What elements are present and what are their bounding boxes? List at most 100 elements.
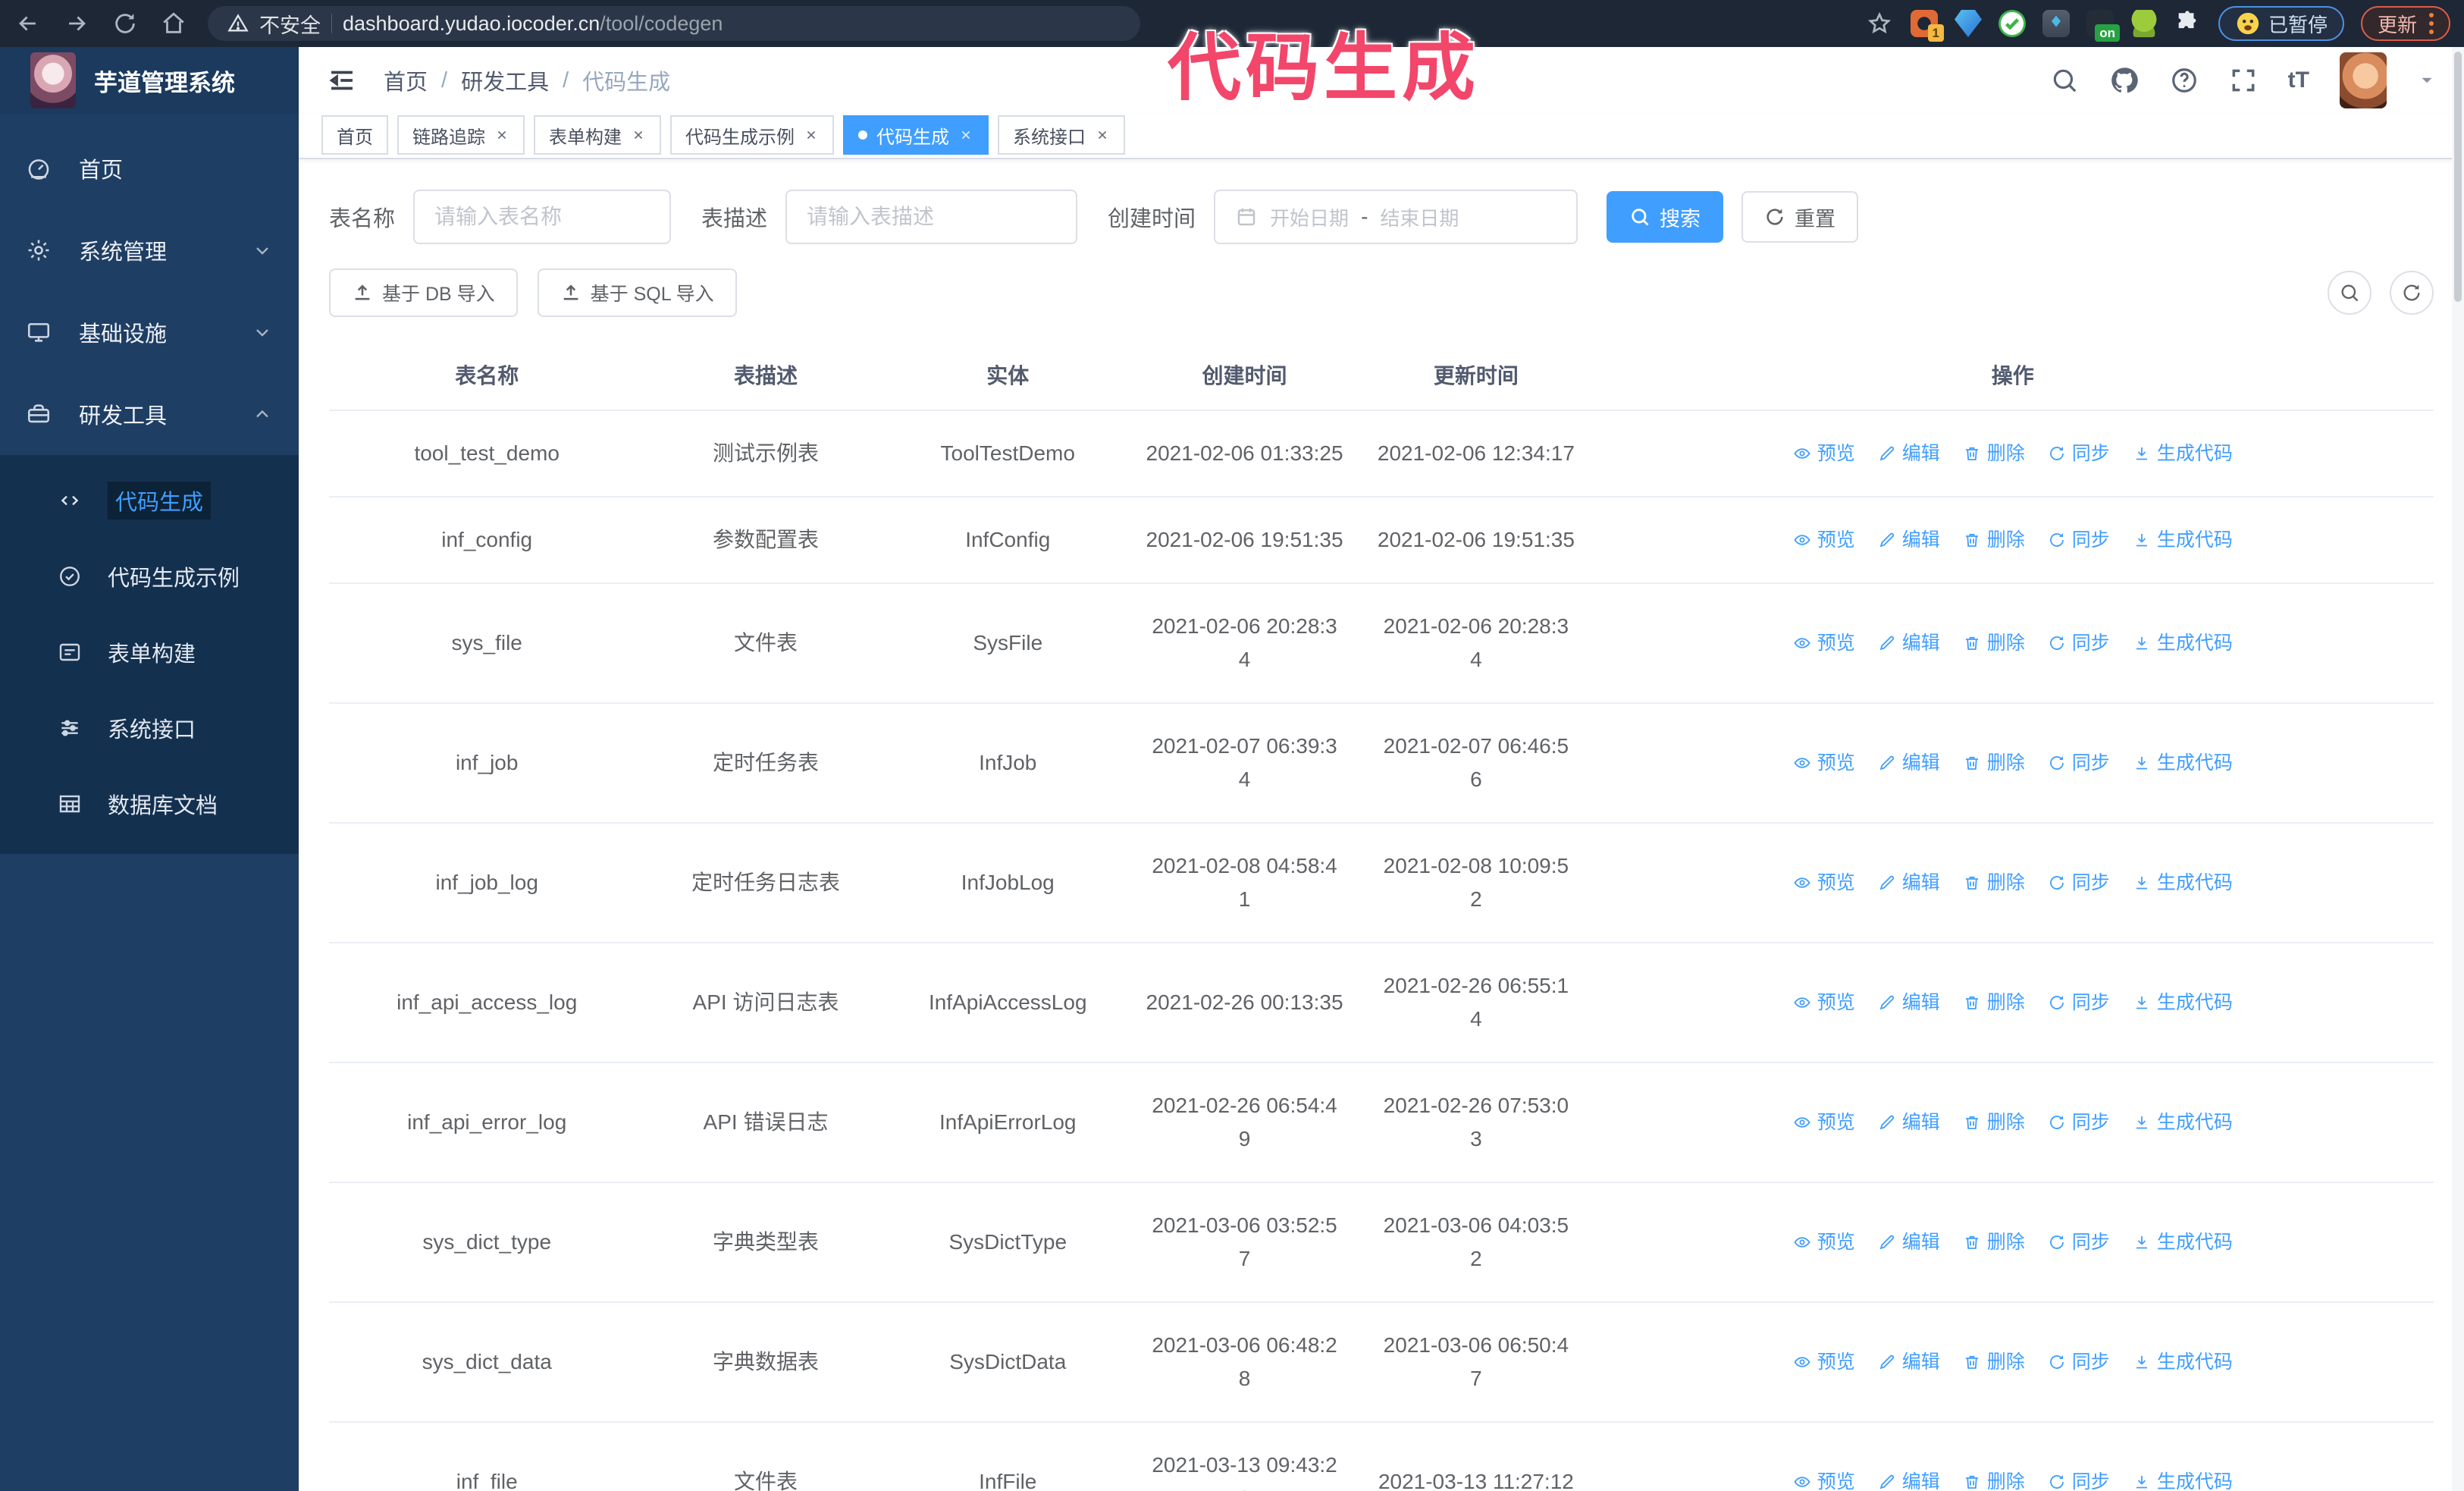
action-trash-link[interactable]: 删除 — [1963, 746, 2025, 780]
refresh-table-button[interactable] — [2390, 271, 2434, 315]
page-scrollbar-thumb[interactable] — [2454, 52, 2462, 302]
sidebar-item-3[interactable]: 基础设施 — [0, 291, 299, 373]
table-desc-input[interactable] — [807, 205, 1057, 229]
import-db-button[interactable]: 基于 DB 导入 — [329, 268, 518, 317]
table-name-input[interactable] — [434, 205, 650, 229]
browser-menu-icon[interactable] — [2429, 13, 2434, 34]
close-icon[interactable] — [631, 127, 646, 143]
action-pen-link[interactable]: 编辑 — [1878, 437, 1940, 470]
breadcrumb-tools[interactable]: 研发工具 — [461, 64, 549, 96]
sidebar-item-2[interactable]: 系统管理 — [0, 209, 299, 291]
action-trash-link[interactable]: 删除 — [1963, 1106, 2025, 1139]
reset-button[interactable]: 重置 — [1741, 191, 1859, 243]
action-trash-link[interactable]: 删除 — [1963, 1226, 2025, 1259]
action-download-link[interactable]: 生成代码 — [2133, 626, 2233, 660]
action-pen-link[interactable]: 编辑 — [1878, 523, 1940, 557]
page-scrollbar[interactable] — [2452, 47, 2464, 1491]
ext-icon-dark-on[interactable]: on — [2086, 10, 2120, 42]
date-range-picker[interactable]: 开始日期 - 结束日期 — [1214, 190, 1578, 244]
font-size-icon[interactable]: tT — [2288, 67, 2309, 93]
search-button[interactable]: 搜索 — [1607, 191, 1724, 243]
action-download-link[interactable]: 生成代码 — [2133, 746, 2233, 780]
tab-4[interactable]: 代码生成示例 — [670, 115, 834, 155]
tab-3[interactable]: 表单构建 — [534, 115, 661, 155]
action-download-link[interactable]: 生成代码 — [2133, 1345, 2233, 1379]
action-trash-link[interactable]: 删除 — [1963, 523, 2025, 557]
action-eye-link[interactable]: 预览 — [1793, 1106, 1855, 1139]
import-sql-button[interactable]: 基于 SQL 导入 — [537, 268, 737, 317]
breadcrumb-home[interactable]: 首页 — [384, 64, 428, 96]
action-pen-link[interactable]: 编辑 — [1878, 866, 1940, 899]
sidebar-item-1[interactable]: 首页 — [0, 127, 299, 209]
action-trash-link[interactable]: 删除 — [1963, 1345, 2025, 1379]
close-icon[interactable] — [804, 127, 819, 143]
action-sync-link[interactable]: 同步 — [2048, 1226, 2110, 1259]
sidebar-subitem-2[interactable]: 代码生成示例 — [0, 538, 299, 614]
sidebar-subitem-5[interactable]: 数据库文档 — [0, 766, 299, 842]
avatar[interactable] — [2340, 52, 2387, 108]
action-download-link[interactable]: 生成代码 — [2133, 986, 2233, 1019]
sidebar-subitem-1[interactable]: 代码生成 — [0, 463, 299, 538]
action-sync-link[interactable]: 同步 — [2048, 866, 2110, 899]
end-date-placeholder[interactable]: 结束日期 — [1380, 203, 1459, 231]
action-eye-link[interactable]: 预览 — [1793, 523, 1855, 557]
browser-home-icon[interactable] — [159, 9, 188, 38]
close-icon[interactable] — [1095, 127, 1110, 143]
action-download-link[interactable]: 生成代码 — [2133, 866, 2233, 899]
start-date-placeholder[interactable]: 开始日期 — [1270, 203, 1349, 231]
toggle-search-button[interactable] — [2328, 271, 2372, 315]
fullscreen-icon[interactable] — [2229, 66, 2258, 95]
action-eye-link[interactable]: 预览 — [1793, 437, 1855, 470]
action-sync-link[interactable]: 同步 — [2048, 1465, 2110, 1491]
action-trash-link[interactable]: 删除 — [1963, 626, 2025, 660]
ext-icon-robot[interactable] — [2130, 10, 2158, 37]
tab-6[interactable]: 系统接口 — [998, 115, 1125, 155]
action-trash-link[interactable]: 删除 — [1963, 986, 2025, 1019]
action-sync-link[interactable]: 同步 — [2048, 1106, 2110, 1139]
header-search-icon[interactable] — [2050, 66, 2079, 95]
action-download-link[interactable]: 生成代码 — [2133, 1226, 2233, 1259]
action-pen-link[interactable]: 编辑 — [1878, 986, 1940, 1019]
ext-icon-grid[interactable] — [2042, 10, 2070, 37]
tab-1[interactable]: 首页 — [321, 115, 388, 155]
close-icon[interactable] — [958, 127, 973, 143]
action-trash-link[interactable]: 删除 — [1963, 866, 2025, 899]
browser-update-button[interactable]: 更新 — [2360, 6, 2450, 41]
profile-chip[interactable]: 已暂停 — [2218, 6, 2344, 41]
help-icon[interactable] — [2170, 66, 2199, 95]
action-eye-link[interactable]: 预览 — [1793, 866, 1855, 899]
action-sync-link[interactable]: 同步 — [2048, 626, 2110, 660]
ext-icon-puzzle[interactable] — [2174, 10, 2202, 37]
action-download-link[interactable]: 生成代码 — [2133, 437, 2233, 470]
action-pen-link[interactable]: 编辑 — [1878, 1226, 1940, 1259]
browser-reload-icon[interactable] — [111, 9, 140, 38]
browser-forward-icon[interactable] — [62, 9, 91, 38]
tab-2[interactable]: 链路追踪 — [397, 115, 525, 155]
action-eye-link[interactable]: 预览 — [1793, 1345, 1855, 1379]
browser-back-icon[interactable] — [14, 9, 42, 38]
action-sync-link[interactable]: 同步 — [2048, 986, 2110, 1019]
action-sync-link[interactable]: 同步 — [2048, 437, 2110, 470]
ext-icon-check-circle[interactable] — [1998, 10, 2026, 37]
action-eye-link[interactable]: 预览 — [1793, 1465, 1855, 1491]
action-trash-link[interactable]: 删除 — [1963, 437, 2025, 470]
action-eye-link[interactable]: 预览 — [1793, 1226, 1855, 1259]
sidebar-subitem-4[interactable]: 系统接口 — [0, 690, 299, 766]
action-eye-link[interactable]: 预览 — [1793, 626, 1855, 660]
address-bar[interactable]: 不安全 dashboard.yudao.iocoder.cn/tool/code… — [208, 6, 1140, 41]
menu-fold-icon[interactable] — [326, 64, 358, 96]
action-eye-link[interactable]: 预览 — [1793, 746, 1855, 780]
action-sync-link[interactable]: 同步 — [2048, 1345, 2110, 1379]
sidebar-subitem-3[interactable]: 表单构建 — [0, 614, 299, 690]
app-logo-row[interactable]: 芋道管理系统 — [0, 47, 299, 114]
bookmark-star-icon[interactable] — [1865, 9, 1894, 38]
action-pen-link[interactable]: 编辑 — [1878, 1106, 1940, 1139]
action-pen-link[interactable]: 编辑 — [1878, 746, 1940, 780]
action-pen-link[interactable]: 编辑 — [1878, 1465, 1940, 1491]
action-trash-link[interactable]: 删除 — [1963, 1465, 2025, 1491]
action-download-link[interactable]: 生成代码 — [2133, 1465, 2233, 1491]
ext-icon-gem[interactable] — [1954, 10, 1982, 37]
tab-5[interactable]: 代码生成 — [843, 115, 989, 155]
action-download-link[interactable]: 生成代码 — [2133, 1106, 2233, 1139]
sidebar-item-4[interactable]: 研发工具 — [0, 373, 299, 455]
